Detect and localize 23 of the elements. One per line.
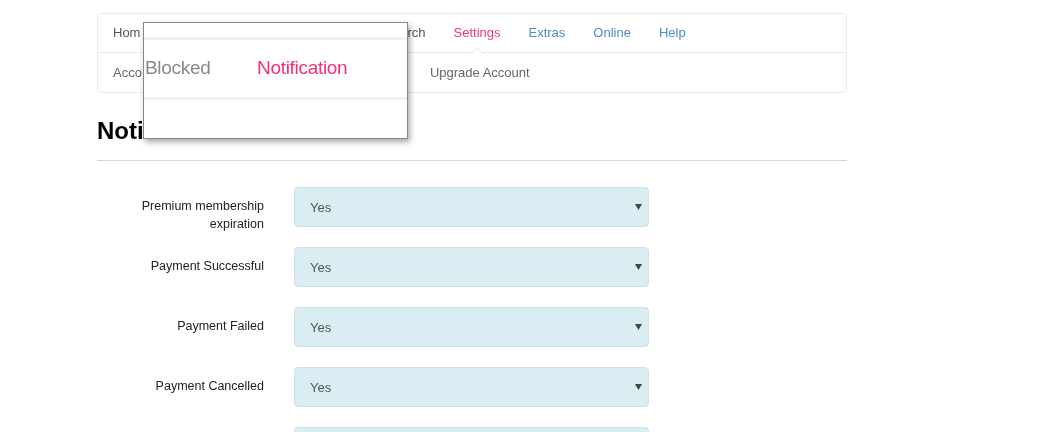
field-label: Payment Cancelled	[155, 379, 264, 393]
nav-link[interactable]: Upgrade Account	[429, 62, 530, 83]
nav-link[interactable]: Extras	[528, 23, 566, 43]
dropdown-caret-icon	[635, 384, 642, 390]
dropdown-caret-icon	[635, 324, 642, 330]
nav-link[interactable]: Settings	[453, 23, 501, 43]
select-field[interactable]: Yes	[294, 367, 649, 407]
dropdown-caret-icon	[635, 204, 642, 210]
popup-tab[interactable]: Notification	[257, 57, 348, 79]
nav-link[interactable]: Online	[593, 23, 631, 43]
select-field[interactable]: Yes	[294, 247, 649, 287]
select-field[interactable]: Yes	[294, 187, 649, 227]
nav-link[interactable]: rch	[407, 23, 426, 43]
field-label: Payment Successful	[150, 259, 264, 273]
nav-link[interactable]: Help	[658, 23, 686, 43]
select-field[interactable]: Yes	[294, 307, 649, 347]
nav-link[interactable]: Hom	[113, 23, 141, 43]
page-heading: Noti	[97, 116, 144, 146]
field-label: Premium membership expiration	[141, 199, 264, 231]
field-label: Payment Failed	[177, 319, 264, 333]
popup-tab[interactable]: Blocked	[145, 57, 211, 79]
dropdown-caret-icon	[635, 264, 642, 270]
nav-link[interactable]: Acco	[113, 62, 142, 83]
